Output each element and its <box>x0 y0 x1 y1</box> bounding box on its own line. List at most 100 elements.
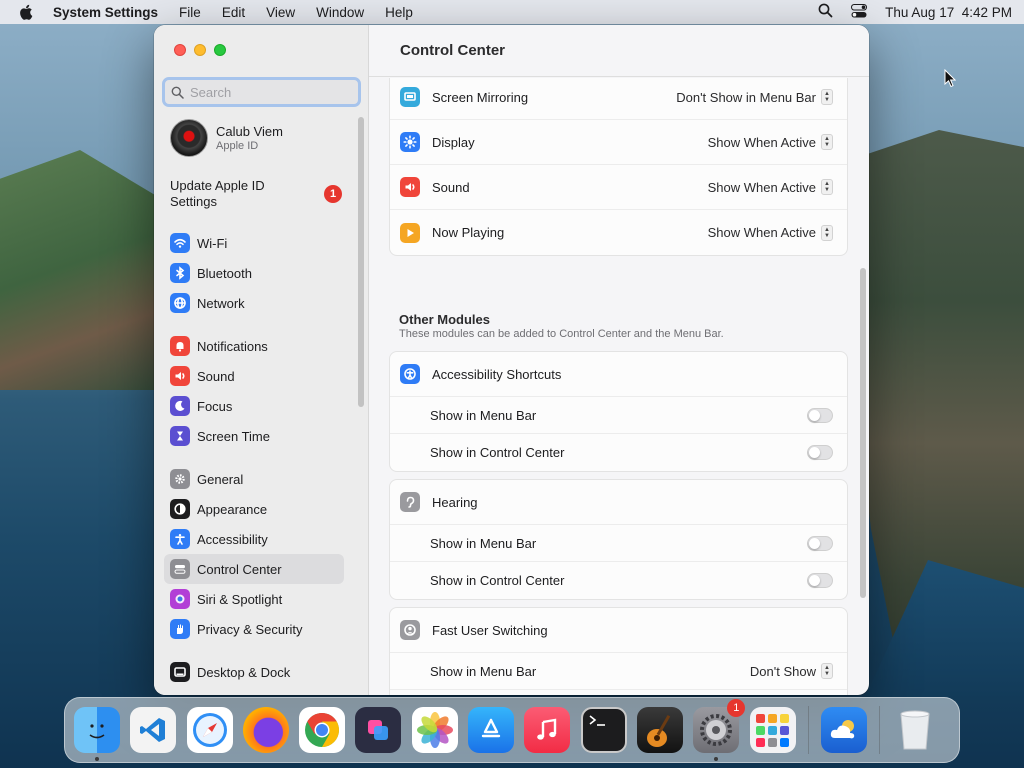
sidebar-item-appearance[interactable]: Appearance <box>164 494 344 524</box>
app-name[interactable]: System Settings <box>53 5 158 20</box>
hourglass-icon <box>170 426 190 446</box>
sidebar-item-general[interactable]: General <box>164 464 344 494</box>
firefox-icon[interactable] <box>242 707 289 753</box>
sound-icon <box>400 177 420 197</box>
appearance-icon <box>170 499 190 519</box>
select-value: Show When Active <box>707 134 816 150</box>
sidebar-item-sound[interactable]: Sound <box>164 361 344 391</box>
garageband-icon[interactable] <box>636 707 683 753</box>
close-window-button[interactable] <box>174 44 186 56</box>
sidebar-item-label: Desktop & Dock <box>197 664 291 680</box>
vscode-icon[interactable] <box>130 707 177 753</box>
module-label: Screen Mirroring <box>432 89 529 105</box>
dock-badge: 1 <box>727 699 746 717</box>
sidebar-item-screen-time[interactable]: Screen Time <box>164 421 344 451</box>
control-center-menu-icon[interactable] <box>851 3 868 21</box>
wifi-icon <box>170 233 190 253</box>
sidebar-item-label: Privacy & Security <box>197 621 303 637</box>
module-label: Display <box>432 134 475 150</box>
photos-icon[interactable] <box>411 707 458 753</box>
sidebar-item-control-center[interactable]: Control Center <box>164 554 344 584</box>
sidebar-item-wi-fi[interactable]: Wi-Fi <box>164 228 344 258</box>
module-option-row: Show in Menu Bar <box>390 397 847 434</box>
menu-file[interactable]: File <box>179 5 201 20</box>
option-label: Show in Menu Bar <box>430 535 537 551</box>
module-option-row: Show in Menu Bar <box>390 525 847 562</box>
now-playing-icon <box>400 222 420 243</box>
toggle-switch[interactable] <box>807 573 833 588</box>
apple-menu-icon[interactable] <box>18 4 34 20</box>
content-scrollbar[interactable] <box>860 268 866 598</box>
chrome-icon[interactable] <box>299 707 346 753</box>
minimize-window-button[interactable] <box>194 44 206 56</box>
module-visibility-select[interactable]: Show When Active ▲ ▼ <box>707 224 833 241</box>
sidebar-item-accessibility[interactable]: Accessibility <box>164 524 344 554</box>
sidebar-item-network[interactable]: Network <box>164 288 344 318</box>
sidebar-item-privacy-security[interactable]: Privacy & Security <box>164 614 344 644</box>
module-label: Sound <box>432 179 470 195</box>
sidebar-item-bluetooth[interactable]: Bluetooth <box>164 258 344 288</box>
sidebar-item-notifications[interactable]: Notifications <box>164 331 344 361</box>
app-store-icon[interactable] <box>468 707 515 753</box>
terminal-icon[interactable] <box>580 707 627 753</box>
weather-icon[interactable] <box>820 707 867 753</box>
module-visibility-select[interactable]: Show When Active ▲ ▼ <box>708 179 833 195</box>
moon-icon <box>170 396 190 416</box>
option-select[interactable]: Don't Show ▲ ▼ <box>750 663 833 679</box>
module-group-label: Accessibility Shortcuts <box>432 366 562 382</box>
menu-help[interactable]: Help <box>385 5 413 20</box>
page-title: Control Center <box>369 25 869 77</box>
module-option-row: Show in Control Center <box>390 562 847 599</box>
stepper-chevrons-icon: ▲ ▼ <box>821 663 833 679</box>
select-value: Show When Active <box>707 225 816 240</box>
dock-separator <box>879 706 881 754</box>
user-switch-icon <box>400 620 420 640</box>
globe-icon <box>170 293 190 313</box>
module-group-label: Hearing <box>432 494 478 510</box>
system-settings-icon[interactable]: 1 <box>693 699 746 761</box>
menu-edit[interactable]: Edit <box>222 5 245 20</box>
launchpad-icon[interactable] <box>749 707 796 753</box>
module-group-card: Hearing Show in Menu Bar Show in Control C… <box>389 479 848 600</box>
zoom-window-button[interactable] <box>214 44 226 56</box>
bell-icon <box>170 336 190 356</box>
module-option-row: Show in Control Center <box>390 434 847 471</box>
music-icon[interactable] <box>524 707 571 753</box>
dock-icon <box>170 662 190 682</box>
toggle-switch[interactable] <box>807 535 833 551</box>
sidebar-item-siri-spotlight[interactable]: Siri & Spotlight <box>164 584 344 614</box>
sidebar-scrollbar[interactable] <box>358 117 364 407</box>
apple-id-account[interactable]: Calub Viem Apple ID <box>170 119 283 157</box>
sidebar-item-focus[interactable]: Focus <box>164 391 344 421</box>
menu-clock[interactable]: Thu Aug 17 4:42 PM <box>885 5 1012 20</box>
spotlight-search-icon[interactable] <box>818 3 833 21</box>
menu-view[interactable]: View <box>266 5 295 20</box>
menu-window[interactable]: Window <box>316 5 364 20</box>
module-visibility-select[interactable]: Show When Active ▲ ▼ <box>708 134 833 150</box>
module-visibility-select[interactable]: Don't Show in Menu Bar ▲ ▼ <box>676 89 833 105</box>
option-label: Show in Control Center <box>430 445 565 460</box>
finder-icon[interactable] <box>74 707 120 761</box>
search-icon <box>171 86 184 99</box>
dock: 1 <box>64 697 960 763</box>
gear-icon <box>170 469 190 489</box>
safari-icon[interactable] <box>186 707 233 753</box>
sidebar-item-label: Wi-Fi <box>197 235 228 251</box>
shortcuts-icon[interactable] <box>355 707 402 753</box>
module-option-row: Show in Control Center <box>390 690 847 695</box>
screen-mirroring-icon <box>400 87 420 107</box>
toggle-switch[interactable] <box>807 407 833 423</box>
sidebar-item-desktop-dock[interactable]: Desktop & Dock <box>164 657 344 687</box>
search-field[interactable] <box>162 77 361 107</box>
trash-icon[interactable] <box>892 707 938 753</box>
user-name: Calub Viem <box>216 124 283 139</box>
sidebar-item-label: Control Center <box>197 561 282 577</box>
speaker-icon <box>170 366 190 386</box>
sidebar-item-label: Network <box>197 295 245 311</box>
search-input[interactable] <box>190 84 340 100</box>
section-title: Other Modules <box>399 312 491 327</box>
display-icon <box>400 132 420 152</box>
toggle-switch[interactable] <box>807 445 833 460</box>
control-center-icon <box>170 559 190 579</box>
update-apple-id-settings[interactable]: Update Apple ID Settings 1 <box>170 178 342 210</box>
